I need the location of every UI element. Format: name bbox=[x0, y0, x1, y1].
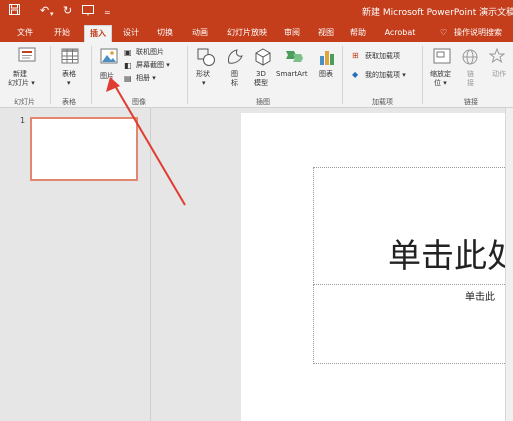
annotation-arrow bbox=[106, 77, 186, 206]
annotation-arrow-line bbox=[113, 83, 186, 206]
powerpoint-window: ↶ ▾ ↻ = 新建 Microsoft PowerPoint 演示文稿 文件 … bbox=[0, 0, 513, 421]
